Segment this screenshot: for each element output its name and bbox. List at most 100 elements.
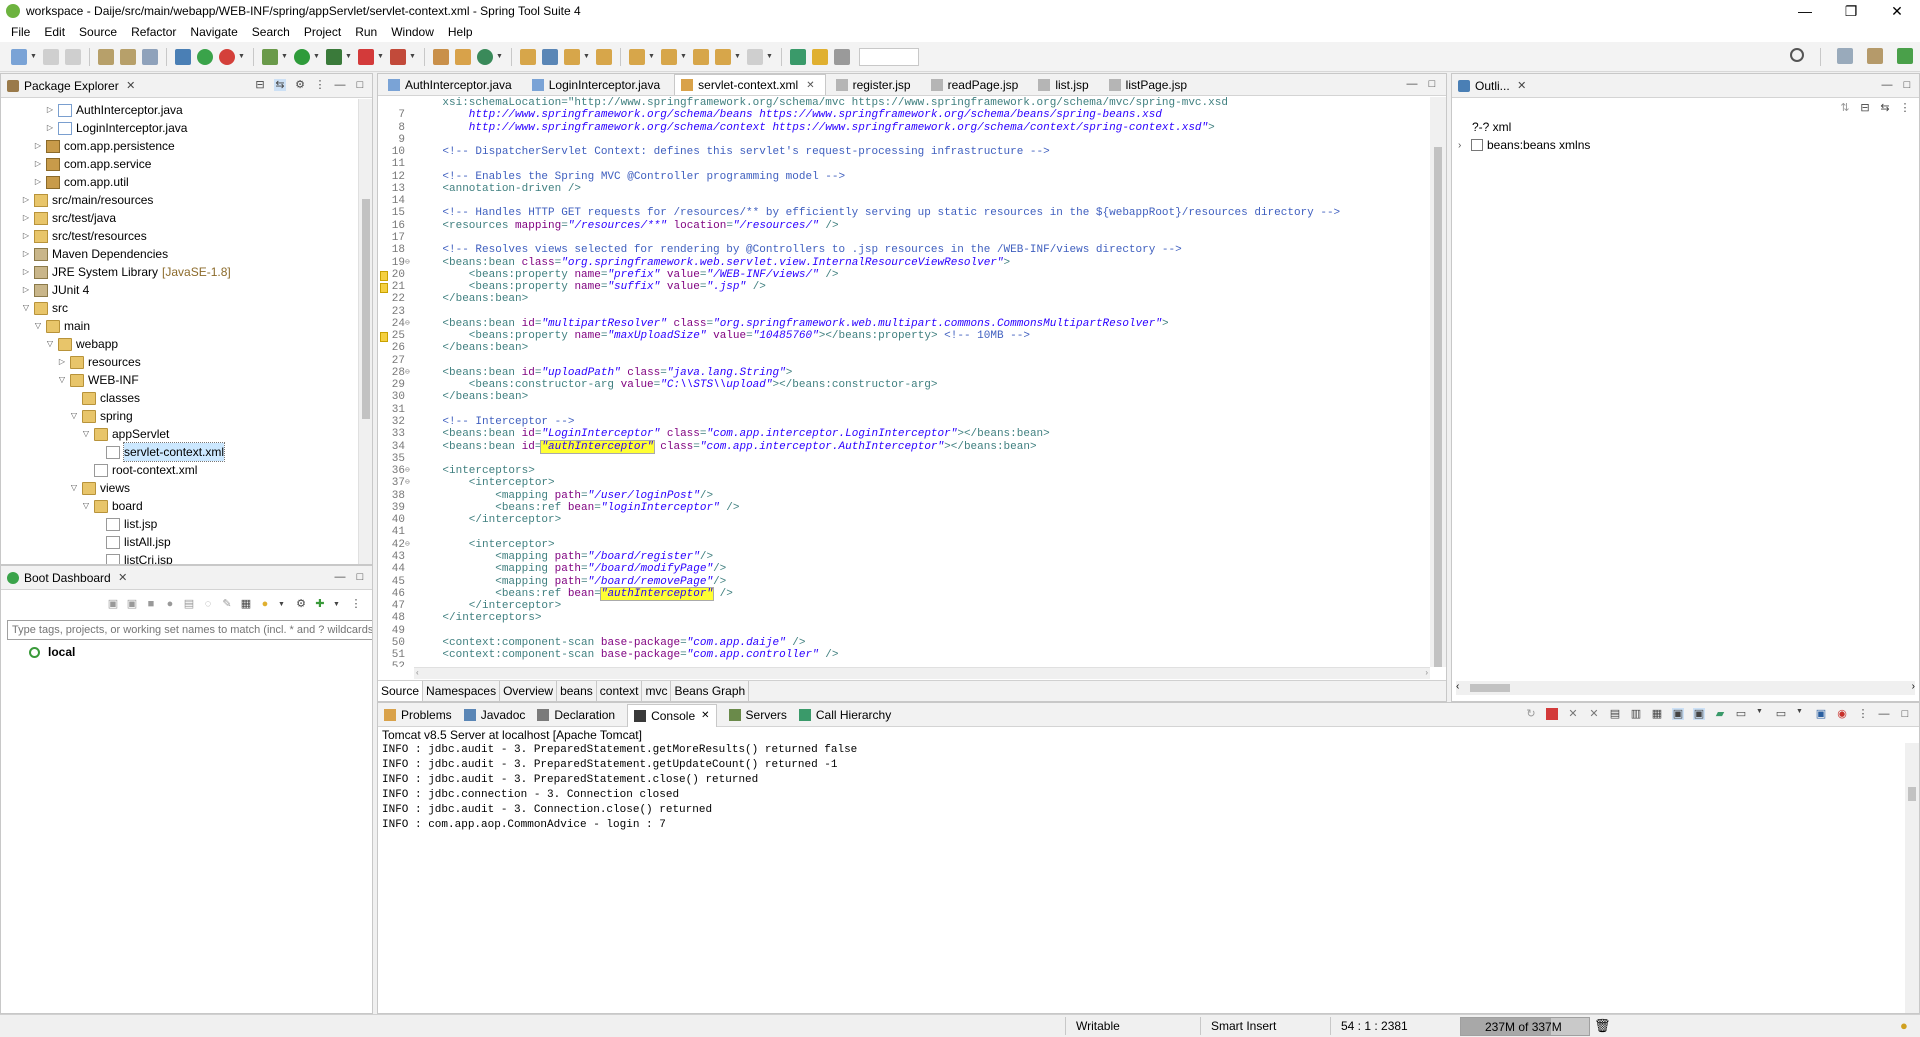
editor-page-tab[interactable]: beans <box>557 680 597 701</box>
code-line[interactable]: 32 <!-- Interceptor --> <box>378 416 1430 428</box>
view-tab-problems[interactable]: Problems <box>384 708 452 722</box>
status-cursor-position[interactable]: 54 : 1 : 2381 <box>1341 1019 1408 1033</box>
link-with-editor-icon[interactable]: ⇆ <box>274 79 286 91</box>
tree-item[interactable]: ▽ main <box>33 317 90 335</box>
code-line[interactable]: 48 </interceptors> <box>378 612 1430 624</box>
code-line[interactable]: 21 <beans:property name="suffix" value="… <box>378 281 1430 294</box>
show-on-stderr-icon[interactable]: ▣ <box>1693 708 1705 720</box>
tree-item[interactable]: ▷ src/test/java <box>21 209 116 227</box>
chevron-down-icon[interactable]: ▼ <box>333 601 340 608</box>
console-scrollbar[interactable] <box>1905 743 1919 1013</box>
code-line[interactable]: 33 <beans:bean id = "LoginInterceptor" cla… <box>378 428 1430 440</box>
boot-icon[interactable] <box>197 48 213 65</box>
save-all-icon[interactable] <box>65 48 81 65</box>
code-line[interactable]: xsi:schemaLocation="http://www.springfra… <box>378 97 1430 109</box>
fold-toggle-icon[interactable]: ⊖ <box>405 539 413 551</box>
chevron-down-icon[interactable]: ▽ <box>69 407 79 425</box>
toggle-mark-icon[interactable] <box>142 48 158 65</box>
pin-console-icon[interactable]: ▰ <box>1714 708 1726 720</box>
view-tab-declaration[interactable]: Declaration <box>537 708 615 722</box>
tree-item[interactable]: ▽ WEB-INF <box>57 371 139 389</box>
stop-icon[interactable] <box>358 48 374 65</box>
debug-console-icon[interactable]: ▣ <box>1815 708 1827 720</box>
code-line[interactable]: 45 <mapping path="/board/removePage"/> <box>378 576 1430 588</box>
chevron-down-icon[interactable]: ▼ <box>377 53 384 60</box>
tip-lightbulb-icon[interactable]: ● <box>1900 1018 1908 1033</box>
chevron-down-icon[interactable]: ▽ <box>33 317 43 335</box>
chevron-right-icon[interactable]: ▷ <box>45 119 55 137</box>
view-tab-servers[interactable]: Servers <box>728 708 787 722</box>
tree-item[interactable]: ▷ JUnit 4 <box>21 281 89 299</box>
scroll-right-icon[interactable]: › <box>1425 668 1428 677</box>
new-class-icon[interactable] <box>477 48 493 65</box>
grid-icon[interactable] <box>834 48 850 65</box>
outline-horizontal-scrollbar[interactable]: ‹ › <box>1456 681 1915 695</box>
tree-item[interactable]: list.jsp <box>93 515 157 533</box>
chevron-down-icon[interactable]: ▼ <box>409 53 416 60</box>
open-console-icon[interactable]: ▭ <box>1775 708 1787 720</box>
menu-search[interactable]: Search <box>245 25 297 39</box>
tree-item[interactable]: ▽ webapp <box>45 335 118 353</box>
new-java-project-icon[interactable] <box>433 48 449 65</box>
debug-icon[interactable]: ▣ <box>126 598 138 610</box>
search-tool-icon[interactable] <box>542 48 558 65</box>
package-explorer-title[interactable]: Package Explorer <box>24 79 119 93</box>
refresh-icon[interactable]: ● <box>164 598 176 610</box>
editor-horizontal-scrollbar[interactable]: ‹ › <box>414 667 1430 679</box>
back-icon[interactable] <box>715 48 731 65</box>
menu-file[interactable]: File <box>4 25 37 39</box>
editor-tab[interactable]: list.jsp <box>1032 74 1098 95</box>
chevron-down-icon[interactable]: ▼ <box>281 53 288 60</box>
code-line[interactable]: 7 http://www.springframework.org/schema/… <box>378 109 1430 121</box>
terminal-icon[interactable] <box>175 48 191 65</box>
coverage-icon[interactable] <box>326 48 342 65</box>
chevron-down-icon[interactable]: ▽ <box>81 425 91 443</box>
tree-item[interactable]: ▽ appServlet <box>81 425 169 443</box>
scrollbar-thumb[interactable] <box>1470 684 1510 692</box>
chevron-right-icon[interactable]: ▷ <box>21 263 31 281</box>
tree-item[interactable]: ▽ views <box>69 479 130 497</box>
tree-item[interactable]: ▽ spring <box>69 407 133 425</box>
start-icon[interactable]: ▣ <box>107 598 119 610</box>
pin-editor-icon[interactable] <box>790 48 806 65</box>
chevron-down-icon[interactable]: ▼ <box>345 53 352 60</box>
tree-item[interactable]: servlet-context.xml <box>93 442 226 462</box>
code-line[interactable]: 13 <annotation-driven /> <box>378 183 1430 195</box>
view-menu-icon[interactable]: ⋮ <box>314 79 326 91</box>
fold-toggle-icon[interactable]: ⊖ <box>405 257 413 269</box>
editor-page-tab[interactable]: context <box>597 680 643 701</box>
code-line[interactable]: 24 ⊖ <beans:bean id="multipartResolver" c… <box>378 318 1430 330</box>
new-package-icon[interactable] <box>455 48 471 65</box>
chevron-down-icon[interactable]: ▼ <box>1756 708 1763 720</box>
chevron-right-icon[interactable]: ▷ <box>57 353 67 371</box>
minimize-icon[interactable]: — <box>1406 78 1418 90</box>
chevron-down-icon[interactable]: ▼ <box>680 53 687 60</box>
scrollbar-thumb[interactable] <box>1434 147 1442 667</box>
tree-item[interactable]: ▷ JRE System Library [JavaSE-1.8] <box>21 263 231 281</box>
fold-toggle-icon[interactable]: ⊖ <box>405 477 413 489</box>
code-line[interactable]: 49 <box>378 625 1430 637</box>
menu-source[interactable]: Source <box>72 25 124 39</box>
code-line[interactable]: 27 <box>378 355 1430 367</box>
code-line[interactable]: 15 <!-- Handles HTTP GET requests for /r… <box>378 207 1430 219</box>
chevron-down-icon[interactable]: ▼ <box>496 53 503 60</box>
chevron-down-icon[interactable]: ▽ <box>21 299 31 317</box>
remove-launch-icon[interactable]: ✕ <box>1567 708 1579 720</box>
new-icon[interactable] <box>11 48 27 65</box>
code-line[interactable]: 28 ⊖ <beans:bean id="uploadPath" class="j… <box>378 367 1430 379</box>
outline-title[interactable]: Outli... <box>1475 79 1510 93</box>
scroll-left-icon[interactable]: ‹ <box>416 668 419 677</box>
editor-page-tab[interactable]: Source <box>378 680 424 701</box>
relaunch-icon[interactable]: ↻ <box>1525 708 1537 720</box>
code-line[interactable]: 26 </beans:bean> <box>378 342 1430 354</box>
code-line[interactable]: 47 </interceptor> <box>378 600 1430 612</box>
boot-dashboard-title[interactable]: Boot Dashboard <box>24 571 111 585</box>
heap-status[interactable]: 237M of 337M <box>1460 1017 1590 1036</box>
filter-icon[interactable]: ⚙ <box>294 79 306 91</box>
chevron-down-icon[interactable]: ▼ <box>766 53 773 60</box>
open-browser-icon[interactable]: ◌ <box>202 598 214 610</box>
close-icon[interactable]: ✕ <box>125 80 137 92</box>
chevron-right-icon[interactable]: ▷ <box>33 173 43 191</box>
chevron-down-icon[interactable]: ▼ <box>583 53 590 60</box>
view-tab-javadoc[interactable]: Javadoc <box>463 708 525 722</box>
